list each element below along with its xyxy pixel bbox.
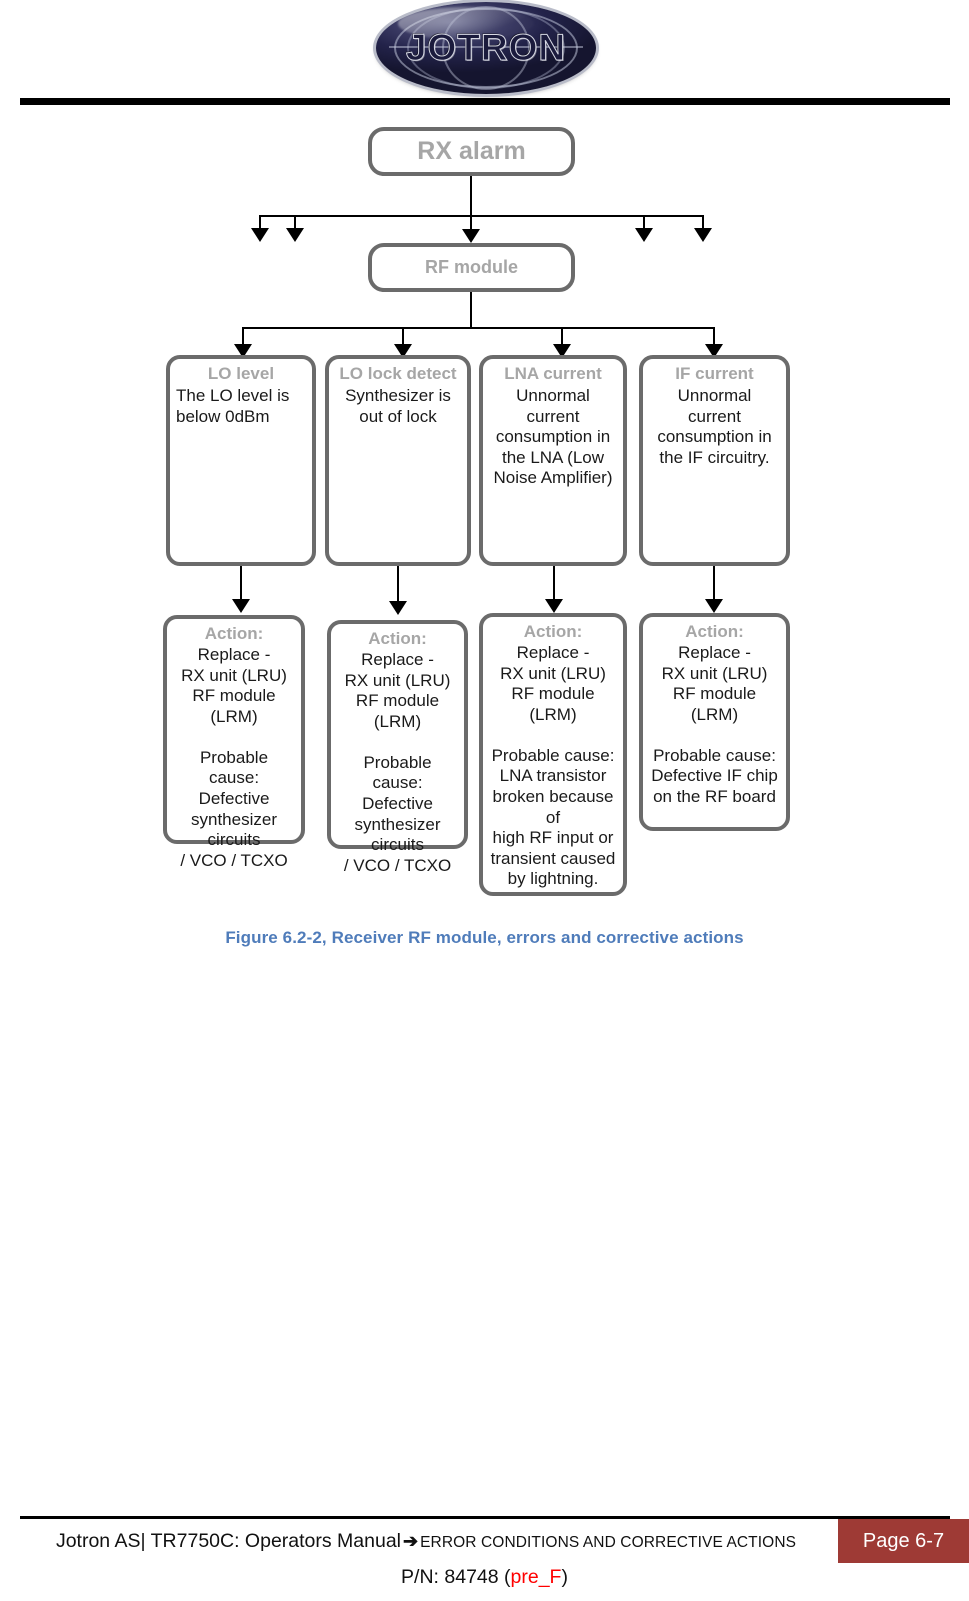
arrowhead-level1-5 bbox=[694, 228, 712, 242]
action-2-header: Action: bbox=[368, 629, 427, 648]
connector-cond3-to-action3 bbox=[553, 566, 555, 601]
condition-if-current-header: IF current bbox=[675, 364, 754, 383]
action-3-body: Replace - RX unit (LRU) RF module (LRM) … bbox=[490, 643, 616, 889]
header-divider-rule bbox=[20, 98, 950, 105]
action-1-header: Action: bbox=[204, 624, 264, 643]
condition-if-current-body: Unnormal current consumption in the IF c… bbox=[657, 386, 772, 467]
part-number-prefix: P/N: 84748 ( bbox=[401, 1566, 511, 1588]
flow-node-rf-module[interactable]: RF module bbox=[368, 243, 575, 292]
connector-cond1-to-action1 bbox=[240, 566, 242, 601]
page-footer: Jotron AS| TR7750C: Operators Manual ➔ ERR… bbox=[0, 1516, 969, 1601]
flow-node-action-lo-level[interactable]: Action: Replace - RX unit (LRU) RF modul… bbox=[163, 615, 305, 870]
condition-lna-current-header: LNA current bbox=[504, 364, 602, 383]
flow-node-rx-alarm[interactable]: RX alarm bbox=[368, 127, 575, 176]
arrow-right-icon: ➔ bbox=[403, 1531, 419, 1551]
arrowhead-level1-1 bbox=[251, 228, 269, 242]
flowchart-receiver-rf-module: RX alarm RF module LO level The LO level… bbox=[0, 108, 969, 918]
flow-node-condition-lo-lock-detect[interactable]: LO lock detect Synthesizer is out of loc… bbox=[325, 355, 471, 566]
condition-lo-level-header: LO level bbox=[207, 364, 275, 383]
jotron-logo: JOTRON bbox=[376, 2, 596, 94]
footer-part-number-line: P/N: 84748 (pre_F) bbox=[0, 1566, 969, 1589]
logo-wordmark: JOTRON bbox=[405, 27, 567, 69]
part-number-suffix: ) bbox=[561, 1566, 568, 1588]
footer-divider-rule bbox=[20, 1516, 950, 1519]
connector-level2-bus bbox=[243, 327, 715, 329]
arrowhead-action-1 bbox=[232, 599, 250, 613]
footer-document-line: Jotron AS| TR7750C: Operators Manual ➔ ERR… bbox=[20, 1530, 832, 1553]
action-4-body: Replace - RX unit (LRU) RF module (LRM) … bbox=[651, 643, 778, 807]
action-4-header: Action: bbox=[685, 622, 744, 641]
connector-rx-alarm-stem bbox=[470, 176, 472, 216]
arrowhead-level1-2 bbox=[286, 228, 304, 242]
action-1-body: Replace - RX unit (LRU) RF module (LRM) … bbox=[180, 645, 288, 870]
page-number-badge: Page 6-7 bbox=[838, 1519, 969, 1563]
condition-lo-lock-detect-header: LO lock detect bbox=[339, 364, 457, 383]
connector-cond4-to-action4 bbox=[713, 566, 715, 601]
connector-rf-module-stem bbox=[470, 292, 472, 328]
flow-node-action-if-current[interactable]: Action: Replace - RX unit (LRU) RF modul… bbox=[639, 613, 790, 831]
footer-company-doc: Jotron AS| TR7750C: Operators Manual bbox=[55, 1530, 402, 1552]
flow-node-action-lna-current[interactable]: Action: Replace - RX unit (LRU) RF modul… bbox=[479, 613, 627, 896]
part-number-revision: pre_F bbox=[510, 1566, 562, 1588]
connector-level1-bus bbox=[259, 215, 704, 217]
condition-lo-level-body: The LO level is below 0dBm bbox=[176, 386, 290, 426]
arrowhead-action-3 bbox=[545, 599, 563, 613]
condition-lo-lock-detect-body: Synthesizer is out of lock bbox=[345, 386, 451, 426]
page-number-label: Page 6-7 bbox=[862, 1529, 945, 1552]
footer-section-name: ERROR CONDITIONS AND CORRECTIVE ACTIONS bbox=[420, 1534, 797, 1551]
connector-cond2-to-action2 bbox=[397, 566, 399, 603]
page-header: JOTRON bbox=[0, 0, 969, 108]
flow-node-condition-lna-current[interactable]: LNA current Unnormal current consumption… bbox=[479, 355, 627, 566]
condition-lna-current-body: Unnormal current consumption in the LNA … bbox=[493, 386, 613, 488]
flow-node-condition-if-current[interactable]: IF current Unnormal current consumption … bbox=[639, 355, 790, 566]
action-3-header: Action: bbox=[523, 622, 583, 641]
arrowhead-level1-4 bbox=[635, 228, 653, 242]
flow-node-condition-lo-level[interactable]: LO level The LO level is below 0dBm bbox=[166, 355, 316, 566]
action-2-body: Replace - RX unit (LRU) RF module (LRM) … bbox=[343, 650, 452, 875]
arrowhead-action-2 bbox=[389, 601, 407, 615]
arrowhead-level1-center bbox=[462, 229, 480, 243]
figure-caption: Figure 6.2-2, Receiver RF module, errors… bbox=[225, 928, 744, 947]
flow-node-rx-alarm-label: RX alarm bbox=[417, 137, 526, 166]
flow-node-rf-module-label: RF module bbox=[425, 256, 518, 277]
arrowhead-action-4 bbox=[705, 599, 723, 613]
flow-node-action-lo-lock-detect[interactable]: Action: Replace - RX unit (LRU) RF modul… bbox=[327, 620, 468, 875]
